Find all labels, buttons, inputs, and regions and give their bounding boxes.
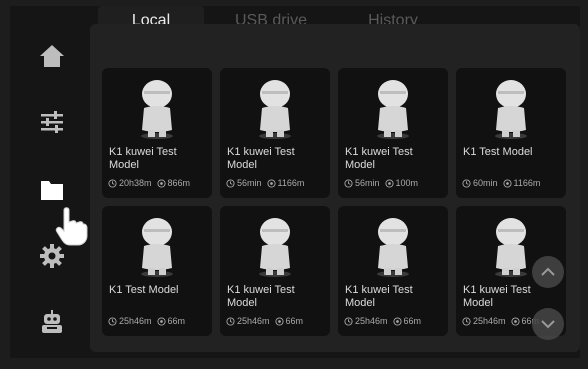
file-meta: 20h38m 866m: [108, 178, 212, 188]
model-thumbnail: [259, 80, 291, 139]
file-name: K1 kuwei Test Model: [109, 146, 177, 171]
file-name: K1 Test Model: [109, 284, 179, 296]
model-thumbnail: [377, 80, 409, 139]
hand-pointer-icon: [55, 207, 88, 246]
file-card[interactable]: K1 kuwei Test Model 20h38m 866m: [102, 68, 212, 198]
filament-usage: 66m: [403, 316, 422, 326]
clock-icon: [108, 178, 117, 188]
clock-icon: [344, 178, 353, 188]
sidebar-item-files[interactable]: [32, 170, 72, 210]
filament-icon: [266, 178, 276, 188]
filament-icon: [502, 178, 512, 188]
filament-usage: 66m: [167, 316, 186, 326]
print-time: 56min: [355, 178, 380, 188]
clock-icon: [344, 316, 353, 326]
filament-usage: 66m: [285, 316, 304, 326]
print-time: 25h46m: [119, 316, 152, 326]
print-time: 25h46m: [355, 316, 388, 326]
sidebar-item-assistant[interactable]: [32, 302, 72, 342]
filament-icon: [384, 178, 394, 188]
filament-icon: [392, 316, 402, 326]
printer-screen: Local USB drive History K1 kuwei Test Mo…: [10, 6, 580, 358]
sliders-icon: [41, 111, 63, 133]
home-icon: [40, 45, 64, 67]
filament-icon: [156, 316, 166, 326]
print-time: 56min: [237, 178, 262, 188]
file-card[interactable]: K1 kuwei Test Model 56min 100m: [338, 68, 448, 198]
file-meta: 25h46m 66m: [344, 316, 448, 326]
chevron-down-icon: [541, 320, 555, 329]
file-name: K1 kuwei Test Model: [345, 146, 413, 171]
model-thumbnail: [259, 218, 291, 277]
filament-usage: 1166m: [513, 178, 541, 188]
model-thumbnail: [495, 80, 527, 139]
filament-usage: 1166m: [277, 178, 305, 188]
print-time: 25h46m: [473, 316, 506, 326]
filament-icon: [156, 178, 166, 188]
file-card[interactable]: K1 kuwei Test Model 25h46m 66m: [220, 206, 330, 336]
clock-icon: [226, 316, 235, 326]
folder-icon: [41, 181, 63, 200]
sidebar-item-settings-sliders[interactable]: [32, 102, 72, 142]
file-meta: 56min 100m: [344, 178, 448, 188]
file-card[interactable]: K1 Test Model 60min 1166m: [456, 68, 566, 198]
model-thumbnail: [141, 218, 173, 277]
clock-icon: [226, 178, 235, 188]
clock-icon: [462, 316, 471, 326]
chevron-up-icon: [541, 267, 555, 276]
file-meta: 25h46m 66m: [226, 316, 330, 326]
clock-icon: [462, 178, 471, 188]
filament-usage: 100m: [395, 178, 419, 188]
scroll-up-button[interactable]: [532, 256, 564, 288]
file-card[interactable]: K1 Test Model 25h46m 66m: [102, 206, 212, 336]
filament-icon: [510, 316, 520, 326]
sidebar: [10, 6, 90, 358]
file-meta: 60min 1166m: [462, 178, 566, 188]
model-thumbnail: [377, 218, 409, 277]
print-time: 60min: [473, 178, 498, 188]
scroll-down-button[interactable]: [532, 308, 564, 340]
clock-icon: [108, 316, 117, 326]
robot-icon: [42, 310, 62, 333]
file-card[interactable]: K1 kuwei Test Model 56min 1166m: [220, 68, 330, 198]
gear-icon: [40, 244, 64, 268]
file-name: K1 Test Model: [463, 146, 533, 158]
filament-usage: 866m: [167, 178, 191, 188]
sidebar-item-home[interactable]: [32, 36, 72, 76]
print-time: 20h38m: [119, 178, 152, 188]
file-meta: 25h46m 66m: [108, 316, 212, 326]
filament-icon: [274, 316, 284, 326]
file-meta: 56min 1166m: [226, 178, 330, 188]
file-name: K1 kuwei Test Model: [345, 284, 413, 309]
print-time: 25h46m: [237, 316, 270, 326]
file-name: K1 kuwei Test Model: [227, 146, 295, 171]
model-thumbnail: [141, 80, 173, 139]
file-card[interactable]: K1 kuwei Test Model 25h46m 66m: [338, 206, 448, 336]
file-name: K1 kuwei Test Model: [227, 284, 295, 309]
